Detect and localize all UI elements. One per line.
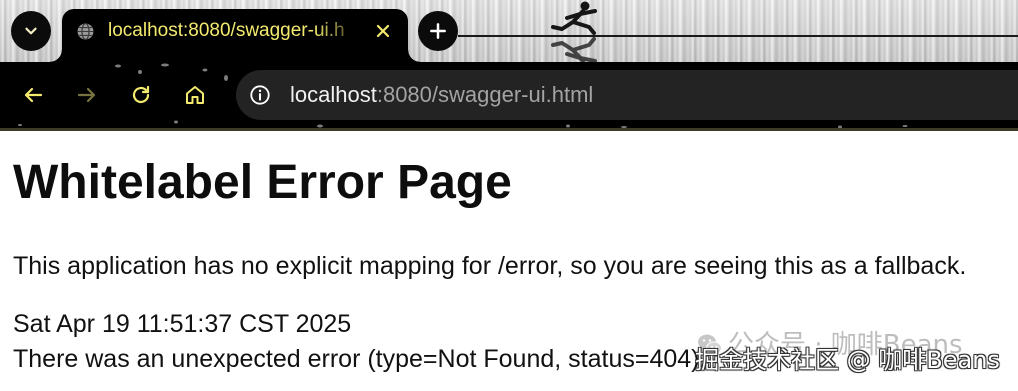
reload-icon bbox=[132, 85, 150, 104]
home-button[interactable] bbox=[179, 79, 211, 111]
reload-button[interactable] bbox=[125, 79, 157, 111]
home-icon bbox=[186, 86, 204, 104]
site-info-button[interactable] bbox=[248, 83, 272, 107]
globe-icon bbox=[77, 22, 94, 41]
close-icon bbox=[376, 24, 390, 38]
arrow-left-icon bbox=[24, 87, 43, 103]
error-detail: There was an unexpected error (type=Not … bbox=[13, 345, 707, 373]
back-button[interactable] bbox=[17, 79, 49, 111]
arrow-right-icon bbox=[77, 87, 96, 103]
plus-icon bbox=[430, 23, 446, 39]
page-title: Whitelabel Error Page bbox=[13, 156, 512, 209]
browser-toolbar: localhost:8080/swagger-ui.html bbox=[0, 62, 1018, 131]
tab-close-button[interactable] bbox=[373, 21, 393, 41]
new-tab-button[interactable] bbox=[418, 11, 458, 51]
info-icon bbox=[250, 85, 270, 105]
chevron-down-icon bbox=[25, 27, 37, 35]
watermark-source: 掘金技术社区 @ 咖啡Beans bbox=[695, 346, 1000, 374]
address-url: localhost:8080/swagger-ui.html bbox=[290, 70, 593, 120]
url-path: :8080/swagger-ui.html bbox=[376, 82, 594, 107]
tab-title: localhost:8080/swagger-ui.h bbox=[108, 20, 345, 41]
forward-button[interactable] bbox=[71, 79, 103, 111]
theme-runner-figure bbox=[551, 1, 597, 62]
address-bar[interactable]: localhost:8080/swagger-ui.html bbox=[236, 70, 1018, 120]
active-tab[interactable]: localhost:8080/swagger-ui.h bbox=[50, 9, 420, 62]
error-message: This application has no explicit mapping… bbox=[13, 252, 967, 280]
error-timestamp: Sat Apr 19 11:51:37 CST 2025 bbox=[13, 310, 352, 338]
tab-search-button[interactable] bbox=[11, 11, 51, 51]
url-host: localhost bbox=[290, 82, 377, 107]
